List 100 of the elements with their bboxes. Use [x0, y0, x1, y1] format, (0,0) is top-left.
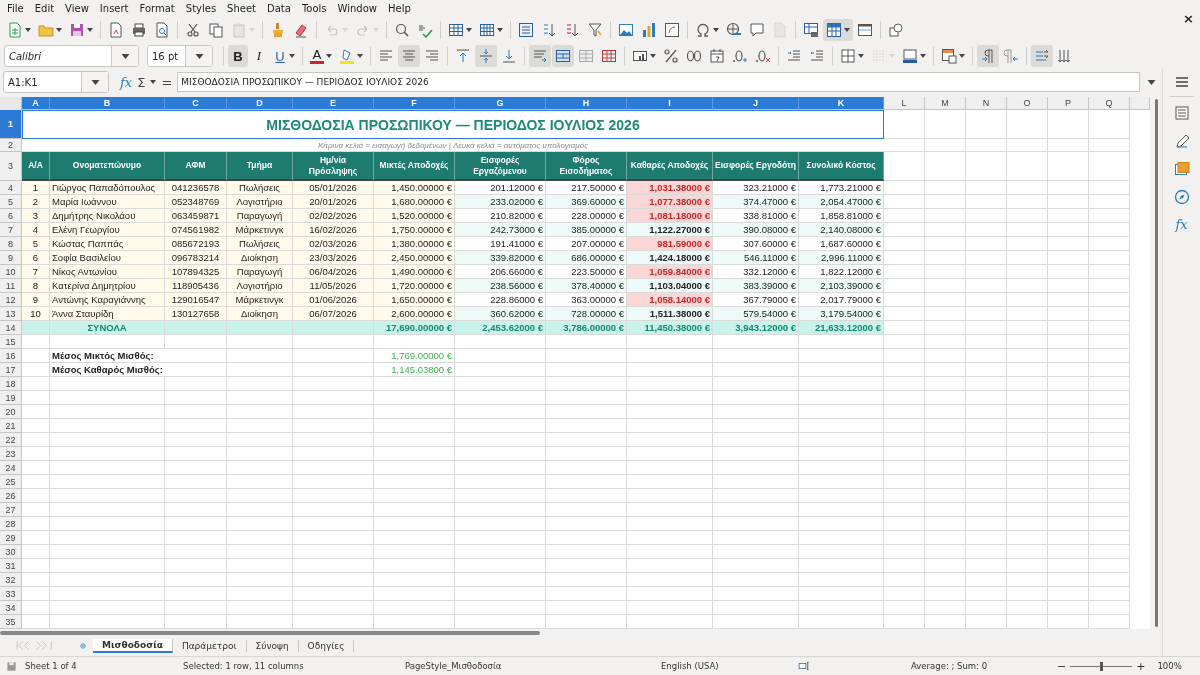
table-cell: Σοφία Βασιλείου: [50, 251, 165, 265]
row-header[interactable]: 27: [0, 503, 22, 517]
row-header[interactable]: 2: [0, 139, 22, 152]
row-header[interactable]: 13: [0, 307, 22, 321]
row-header[interactable]: 7: [0, 223, 22, 237]
row-header[interactable]: 1: [0, 110, 22, 139]
column-header[interactable]: F: [374, 97, 455, 110]
toolbar-split-button[interactable]: A: [307, 45, 335, 67]
toolbar-button[interactable]: [552, 45, 574, 67]
formula-input[interactable]: ΜΙΣΘΟΔΟΣΙΑ ΠΡΟΣΩΠΙΚΟΥ — ΠΕΡΙΟΔΟΣ ΙΟΥΛΙΟΣ 2026: [177, 72, 1140, 92]
row-header[interactable]: 31: [0, 559, 22, 573]
sheet-tab[interactable]: Σύνοψη: [246, 639, 299, 652]
table-cell: 041236578: [165, 181, 227, 195]
properties-icon[interactable]: [1173, 105, 1190, 121]
function-wizard-button[interactable]: fx: [120, 74, 133, 90]
compass-icon[interactable]: [1173, 189, 1190, 205]
functions-button[interactable]: fx: [1175, 217, 1188, 232]
toolbar-split-button[interactable]: [823, 19, 853, 41]
menu-item[interactable]: Sheet: [223, 3, 264, 14]
row-header[interactable]: 4: [0, 181, 22, 195]
column-header[interactable]: I: [627, 97, 713, 110]
menu-icon[interactable]: [1173, 74, 1190, 90]
column-header[interactable]: L: [884, 97, 925, 110]
row-header[interactable]: 22: [0, 433, 22, 447]
font-name-field[interactable]: Calibri: [4, 45, 139, 67]
column-header[interactable]: H: [546, 97, 627, 110]
toolbar-button[interactable]: I: [249, 45, 269, 67]
row-header[interactable]: 28: [0, 517, 22, 531]
menu-item[interactable]: Format: [135, 3, 182, 14]
column-header[interactable]: D: [227, 97, 293, 110]
column-header[interactable]: C: [165, 97, 227, 110]
column-header[interactable]: K: [799, 97, 884, 110]
row-header[interactable]: 20: [0, 405, 22, 419]
sheet-tab[interactable]: Παράμετροι: [172, 639, 247, 652]
menu-item[interactable]: Styles: [181, 3, 224, 14]
pen-icon[interactable]: [1173, 133, 1190, 149]
column-header[interactable]: O: [1007, 97, 1048, 110]
formula-button[interactable]: =: [161, 74, 173, 90]
row-header[interactable]: 11: [0, 279, 22, 293]
menu-item[interactable]: Window: [333, 3, 384, 14]
row-header[interactable]: 3: [0, 152, 22, 181]
toolbar-split-button[interactable]: U: [270, 45, 298, 67]
menu-item[interactable]: Data: [263, 3, 298, 14]
column-header[interactable]: P: [1048, 97, 1089, 110]
row-header[interactable]: 26: [0, 489, 22, 503]
table-cell: 2,996.11000 €: [799, 251, 884, 265]
row-header[interactable]: 8: [0, 237, 22, 251]
close-button[interactable]: ×: [1177, 11, 1200, 26]
row-header[interactable]: 6: [0, 209, 22, 223]
toolbar-button[interactable]: [977, 45, 999, 67]
table-cell: 201.12000 €: [455, 181, 546, 195]
sum-button[interactable]: Σ: [137, 74, 146, 90]
menu-item[interactable]: Tools: [297, 3, 334, 14]
row-header[interactable]: 16: [0, 349, 22, 363]
column-header[interactable]: A: [22, 97, 50, 110]
row-header[interactable]: 9: [0, 251, 22, 265]
name-box[interactable]: A1:K1: [3, 71, 109, 93]
menu-item[interactable]: Edit: [30, 3, 62, 14]
row-header[interactable]: 17: [0, 363, 22, 377]
gallery-icon[interactable]: [1173, 161, 1190, 177]
row-header[interactable]: 35: [0, 615, 22, 629]
selection-mode-icon[interactable]: [797, 660, 811, 672]
row-header[interactable]: 30: [0, 545, 22, 559]
row-header[interactable]: 29: [0, 531, 22, 545]
row-header[interactable]: 12: [0, 293, 22, 307]
row-header[interactable]: 25: [0, 475, 22, 489]
menu-item[interactable]: File: [3, 3, 31, 14]
row-header[interactable]: 23: [0, 447, 22, 461]
column-header[interactable]: N: [966, 97, 1007, 110]
row-header[interactable]: 10: [0, 265, 22, 279]
row-header[interactable]: 14: [0, 321, 22, 335]
zoom-slider-thumb[interactable]: [1100, 661, 1104, 671]
menu-item[interactable]: Insert: [95, 3, 136, 14]
row-header[interactable]: 33: [0, 587, 22, 601]
zoom-in-button[interactable]: +: [1132, 659, 1150, 673]
row-header[interactable]: 21: [0, 419, 22, 433]
row-header[interactable]: 19: [0, 391, 22, 405]
row-header[interactable]: 18: [0, 377, 22, 391]
sheet-tab[interactable]: Οδηγίες: [298, 639, 355, 652]
row-header[interactable]: 32: [0, 573, 22, 587]
column-header[interactable]: B: [50, 97, 165, 110]
font-size-field[interactable]: 16 pt: [147, 45, 213, 67]
language: English (USA): [661, 661, 720, 671]
column-header[interactable]: G: [455, 97, 546, 110]
column-header[interactable]: M: [925, 97, 966, 110]
column-header[interactable]: J: [713, 97, 799, 110]
column-header[interactable]: E: [293, 97, 374, 110]
menu-item[interactable]: View: [61, 3, 96, 14]
zoom-out-button[interactable]: −: [1053, 659, 1071, 673]
expand-icon[interactable]: [1147, 79, 1156, 85]
row-header[interactable]: 15: [0, 335, 22, 349]
sheet-tab[interactable]: Μισθοδοσία: [93, 638, 173, 653]
speech-bubble-icon: [749, 22, 765, 38]
table-cell: 8: [22, 279, 50, 293]
column-header[interactable]: Q: [1089, 97, 1130, 110]
toolbar-button[interactable]: B: [228, 45, 248, 67]
row-header[interactable]: 34: [0, 601, 22, 615]
row-header[interactable]: 24: [0, 461, 22, 475]
row-header[interactable]: 5: [0, 195, 22, 209]
menu-item[interactable]: Help: [384, 3, 418, 14]
